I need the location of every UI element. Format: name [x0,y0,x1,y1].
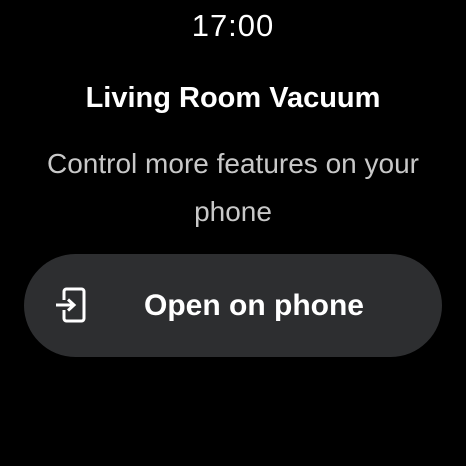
clock-time: 17:00 [191,8,275,43]
device-title: Living Room Vacuum [85,82,381,114]
instruction-text: Control more features on your phone [47,148,419,227]
open-on-phone-label: Open on phone [144,289,364,322]
open-on-phone-icon [54,285,94,325]
open-on-phone-button[interactable]: Open on phone [24,254,442,357]
